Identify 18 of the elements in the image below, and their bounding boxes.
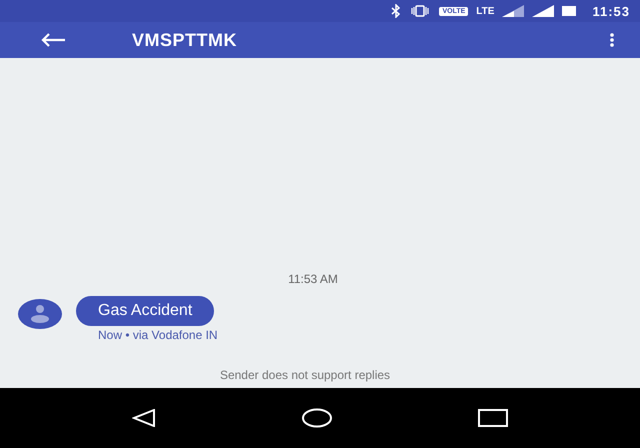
more-icon[interactable]: [610, 33, 614, 47]
message-meta: Now • via Vodafone IN: [98, 328, 218, 342]
vibrate-icon: [409, 5, 432, 17]
clock: 11:53: [592, 4, 630, 18]
notice-text: Sender does not support replies: [218, 368, 392, 382]
conversation-title: VMSPTTMK: [132, 30, 238, 50]
timestamp: 11:53 AM: [287, 272, 339, 286]
signal-icon: [502, 5, 524, 17]
back-icon[interactable]: [40, 32, 66, 48]
network-type: LTE: [476, 6, 494, 16]
recents-icon[interactable]: [478, 409, 508, 427]
signal-icon: [532, 5, 554, 17]
bluetooth-icon: [391, 4, 402, 18]
message-bubble[interactable]: Gas Accident: [76, 296, 214, 326]
back-icon[interactable]: [132, 409, 156, 427]
avatar-icon: [18, 299, 62, 329]
home-icon[interactable]: [300, 408, 333, 428]
battery-icon: [562, 6, 576, 16]
